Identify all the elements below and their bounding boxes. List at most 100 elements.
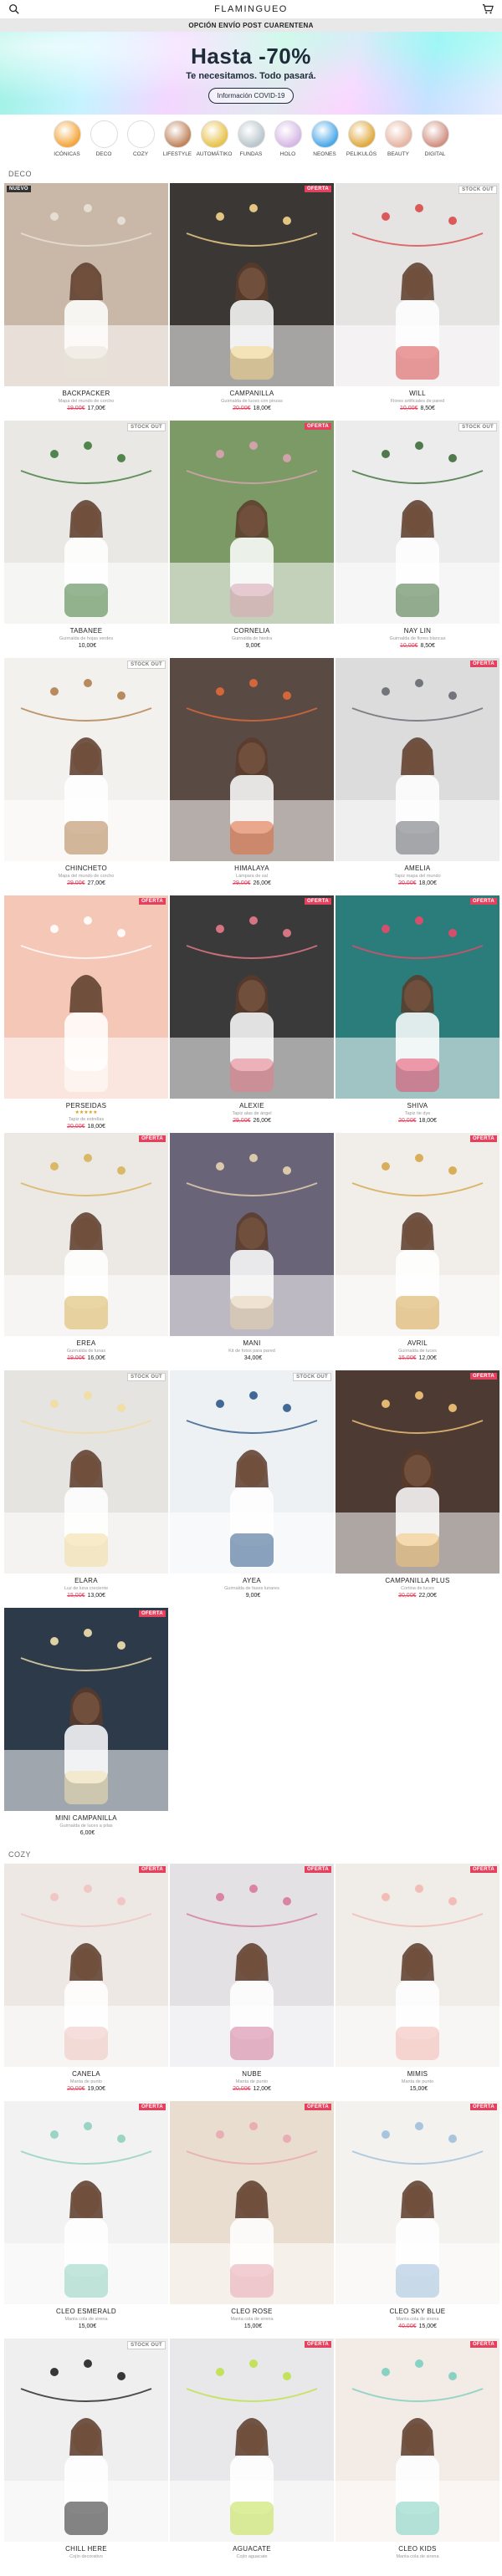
product-name[interactable]: TABANEE: [4, 627, 168, 635]
product-image[interactable]: STOCK OUT: [4, 658, 168, 861]
product-image[interactable]: STOCK OUT: [170, 1370, 334, 1574]
product-name[interactable]: CLEO ROSE: [170, 2308, 334, 2315]
product-name[interactable]: CAMPANILLA PLUS: [336, 1577, 499, 1584]
product-card[interactable]: OFERTA AMELIA Tapiz mapa del mundo 20,00€ 18…: [336, 658, 499, 895]
brand-logo[interactable]: FLAMINGUEO: [214, 4, 288, 14]
product-card[interactable]: STOCK OUT WILL Flores artificiales de pare…: [336, 183, 499, 421]
product-name[interactable]: ELARA: [4, 1577, 168, 1584]
product-name[interactable]: AYEA: [170, 1577, 334, 1584]
hero-banner[interactable]: Hasta -70% Te necesitamos. Todo pasará. …: [0, 32, 502, 115]
product-image[interactable]: OFERTA: [336, 1370, 499, 1574]
product-name[interactable]: CLEO SKY BLUE: [336, 2308, 499, 2315]
category-item[interactable]: BEAUTY: [382, 120, 415, 157]
product-image[interactable]: OFERTA: [170, 895, 334, 1099]
category-item[interactable]: NEONES: [308, 120, 341, 157]
category-item[interactable]: LIFESTYLE: [161, 120, 194, 157]
product-card[interactable]: STOCK OUT ELARA Luz de luna creciente 15,00…: [4, 1370, 168, 1608]
product-image[interactable]: OFERTA: [170, 421, 334, 624]
product-image[interactable]: OFERTA: [4, 1133, 168, 1336]
product-image[interactable]: OFERTA: [4, 2101, 168, 2304]
product-card[interactable]: OFERTA CLEO KIDS Manta cola de sirena: [336, 2339, 499, 2576]
product-name[interactable]: AVRIL: [336, 1339, 499, 1347]
product-name[interactable]: CHILL HERE: [4, 2545, 168, 2553]
product-card[interactable]: OFERTA CLEO ESMERALD Manta cola de sirena 1…: [4, 2101, 168, 2339]
product-card[interactable]: STOCK OUT TABANEE Guirnalda de hojas verde…: [4, 421, 168, 658]
product-image[interactable]: STOCK OUT: [336, 183, 499, 386]
product-image[interactable]: STOCK OUT: [336, 421, 499, 624]
product-name[interactable]: CLEO KIDS: [336, 2545, 499, 2553]
product-name[interactable]: MANI: [170, 1339, 334, 1347]
search-icon[interactable]: [8, 3, 20, 15]
product-card[interactable]: OFERTA ALEXIE Tapiz alas de ángel 29,00€ 26,…: [170, 895, 334, 1133]
category-item[interactable]: COZY: [124, 120, 157, 157]
product-image[interactable]: STOCK OUT: [4, 421, 168, 624]
product-image[interactable]: STOCK OUT: [4, 2339, 168, 2542]
product-card[interactable]: STOCK OUT CHILL HERE Cojín decorativo: [4, 2339, 168, 2576]
product-name[interactable]: AMELIA: [336, 865, 499, 872]
product-name[interactable]: CLEO ESMERALD: [4, 2308, 168, 2315]
product-image[interactable]: OFERTA: [170, 2101, 334, 2304]
product-name[interactable]: CANELA: [4, 2070, 168, 2078]
product-image[interactable]: [170, 1133, 334, 1336]
product-image[interactable]: [170, 658, 334, 861]
category-item[interactable]: PELIKULÓS: [345, 120, 378, 157]
product-image[interactable]: OFERTA: [170, 183, 334, 386]
product-image[interactable]: OFERTA: [336, 2339, 499, 2542]
product-card[interactable]: OFERTA CLEO ROSE Manta cola de sirena 15,00…: [170, 2101, 334, 2339]
product-name[interactable]: CHINCHETO: [4, 865, 168, 872]
product-name[interactable]: CAMPANILLA: [170, 390, 334, 397]
product-name[interactable]: CORNELIA: [170, 627, 334, 635]
category-item[interactable]: HOLO: [271, 120, 305, 157]
product-name[interactable]: EREA: [4, 1339, 168, 1347]
product-image[interactable]: OFERTA: [336, 658, 499, 861]
product-name[interactable]: WILL: [336, 390, 499, 397]
product-name[interactable]: AGUACATE: [170, 2545, 334, 2553]
product-name[interactable]: BACKPACKER: [4, 390, 168, 397]
product-card[interactable]: OFERTA CAMPANILLA Guirnalda de luces con p…: [170, 183, 334, 421]
product-card[interactable]: OFERTA AVRIL Guirnalda de luces 15,00€ 12,00…: [336, 1133, 499, 1370]
product-card[interactable]: OFERTA SHIVA Tapiz tie dye 20,00€ 18,00€: [336, 895, 499, 1133]
product-card[interactable]: OFERTA MINI CAMPANILLA Guirnalda de luces …: [4, 1608, 168, 1845]
product-image[interactable]: NUEVO: [4, 183, 168, 386]
product-card[interactable]: OFERTA CAMPANILLA PLUS Cortina de luces 30,…: [336, 1370, 499, 1608]
product-image[interactable]: OFERTA: [4, 895, 168, 1099]
product-image[interactable]: STOCK OUT: [4, 1370, 168, 1574]
product-name[interactable]: HIMALAYA: [170, 865, 334, 872]
shipping-notice[interactable]: OPCIÓN ENVÍO POST CUARENTENA: [0, 18, 502, 32]
product-card[interactable]: OFERTA CLEO SKY BLUE Manta cola de sirena 4…: [336, 2101, 499, 2339]
product-card[interactable]: OFERTA NUBE Manta de punto 20,00€ 12,00€: [170, 1864, 334, 2101]
category-item[interactable]: DECO: [87, 120, 120, 157]
product-name[interactable]: ALEXIE: [170, 1102, 334, 1109]
product-name[interactable]: NUBE: [170, 2070, 334, 2078]
product-image[interactable]: OFERTA: [336, 1133, 499, 1336]
product-image[interactable]: OFERTA: [170, 2339, 334, 2542]
product-name[interactable]: NAY LIN: [336, 627, 499, 635]
product-image[interactable]: OFERTA: [336, 1864, 499, 2067]
product-card[interactable]: NUEVO BACKPACKER Mapa del mundo de corcho 1…: [4, 183, 168, 421]
product-card[interactable]: OFERTA CANELA Manta de punto 20,00€ 19,00€: [4, 1864, 168, 2101]
product-name[interactable]: SHIVA: [336, 1102, 499, 1109]
category-item[interactable]: FUNDAS: [234, 120, 268, 157]
product-image[interactable]: OFERTA: [4, 1864, 168, 2067]
product-card[interactable]: OFERTA MIMIS Manta de punto 15,00€: [336, 1864, 499, 2101]
product-image[interactable]: OFERTA: [336, 895, 499, 1099]
product-card[interactable]: OFERTA EREA Guirnalda de lunas 19,00€ 16,00€: [4, 1133, 168, 1370]
product-card[interactable]: STOCK OUT CHINCHETO Mapa del mundo de corc…: [4, 658, 168, 895]
category-item[interactable]: DIGITAL: [418, 120, 452, 157]
product-image[interactable]: OFERTA: [336, 2101, 499, 2304]
product-image[interactable]: OFERTA: [4, 1608, 168, 1811]
product-name[interactable]: PERSEIDAS: [4, 1102, 168, 1109]
product-name[interactable]: MINI CAMPANILLA: [4, 1814, 168, 1822]
cart-icon[interactable]: [482, 3, 494, 15]
product-card[interactable]: OFERTA PERSEIDAS ★★★★★ Tapiz de estrellas 20…: [4, 895, 168, 1133]
product-image[interactable]: OFERTA: [170, 1864, 334, 2067]
product-name[interactable]: MIMIS: [336, 2070, 499, 2078]
product-card[interactable]: HIMALAYA Lámpara de sal 29,00€ 26,00€: [170, 658, 334, 895]
product-card[interactable]: MANI Kit de fotos para pared 34,00€: [170, 1133, 334, 1370]
category-item[interactable]: ICÓNICAS: [50, 120, 84, 157]
product-card[interactable]: STOCK OUT NAY LIN Guirnalda de flores blan…: [336, 421, 499, 658]
product-card[interactable]: OFERTA AGUACATE Cojín aguacate: [170, 2339, 334, 2576]
category-item[interactable]: AUTOMÁTIKO: [197, 120, 232, 157]
covid-info-button[interactable]: Información COVID-19: [207, 87, 295, 104]
product-card[interactable]: STOCK OUT AYEA Guirnalda de fases lunares 9…: [170, 1370, 334, 1608]
